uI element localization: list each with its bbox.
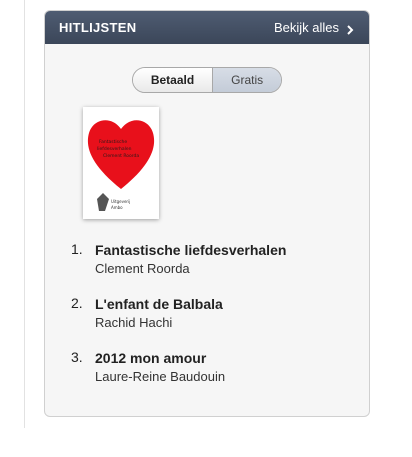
rank-number: 2. — [71, 295, 83, 311]
bestseller-list: 1. Fantastische liefdesverhalen Clement … — [71, 241, 286, 403]
book-author[interactable]: Laure-Reine Baudouin — [95, 368, 225, 386]
list-item[interactable]: 1. Fantastische liefdesverhalen Clement … — [71, 241, 286, 278]
book-title[interactable]: 2012 mon amour — [95, 349, 225, 368]
rank-number: 1. — [71, 241, 83, 257]
svg-text:Clement Roorda: Clement Roorda — [103, 153, 139, 159]
book-author[interactable]: Clement Roorda — [95, 260, 286, 278]
paid-free-toggle: Betaald Gratis — [131, 67, 283, 93]
panel-header: HITLIJSTEN Bekijk alles — [45, 11, 369, 44]
svg-text:Fantastische: Fantastische — [99, 139, 127, 145]
charts-panel: HITLIJSTEN Bekijk alles Betaald Gratis F… — [44, 10, 370, 417]
book-title[interactable]: L'enfant de Balbala — [95, 295, 223, 314]
book-cover[interactable]: Fantastische liefdesverhalen Clement Roo… — [83, 107, 159, 219]
book-author[interactable]: Rachid Hachi — [95, 314, 223, 332]
svg-text:liefdesverhalen: liefdesverhalen — [97, 146, 132, 152]
page-divider — [24, 0, 25, 428]
svg-text:Ambo: Ambo — [111, 205, 123, 210]
panel-title: HITLIJSTEN — [59, 20, 137, 35]
svg-text:Uitgeverij: Uitgeverij — [111, 199, 130, 204]
tab-free[interactable]: Gratis — [212, 68, 282, 92]
see-all-label: Bekijk alles — [273, 20, 339, 35]
book-title[interactable]: Fantastische liefdesverhalen — [95, 241, 286, 260]
chevron-right-icon — [345, 23, 355, 35]
list-item[interactable]: 3. 2012 mon amour Laure-Reine Baudouin — [71, 349, 286, 386]
tab-paid[interactable]: Betaald — [132, 68, 213, 92]
rank-number: 3. — [71, 349, 83, 365]
see-all-link[interactable]: Bekijk alles — [274, 20, 355, 35]
list-item[interactable]: 2. L'enfant de Balbala Rachid Hachi — [71, 295, 286, 332]
